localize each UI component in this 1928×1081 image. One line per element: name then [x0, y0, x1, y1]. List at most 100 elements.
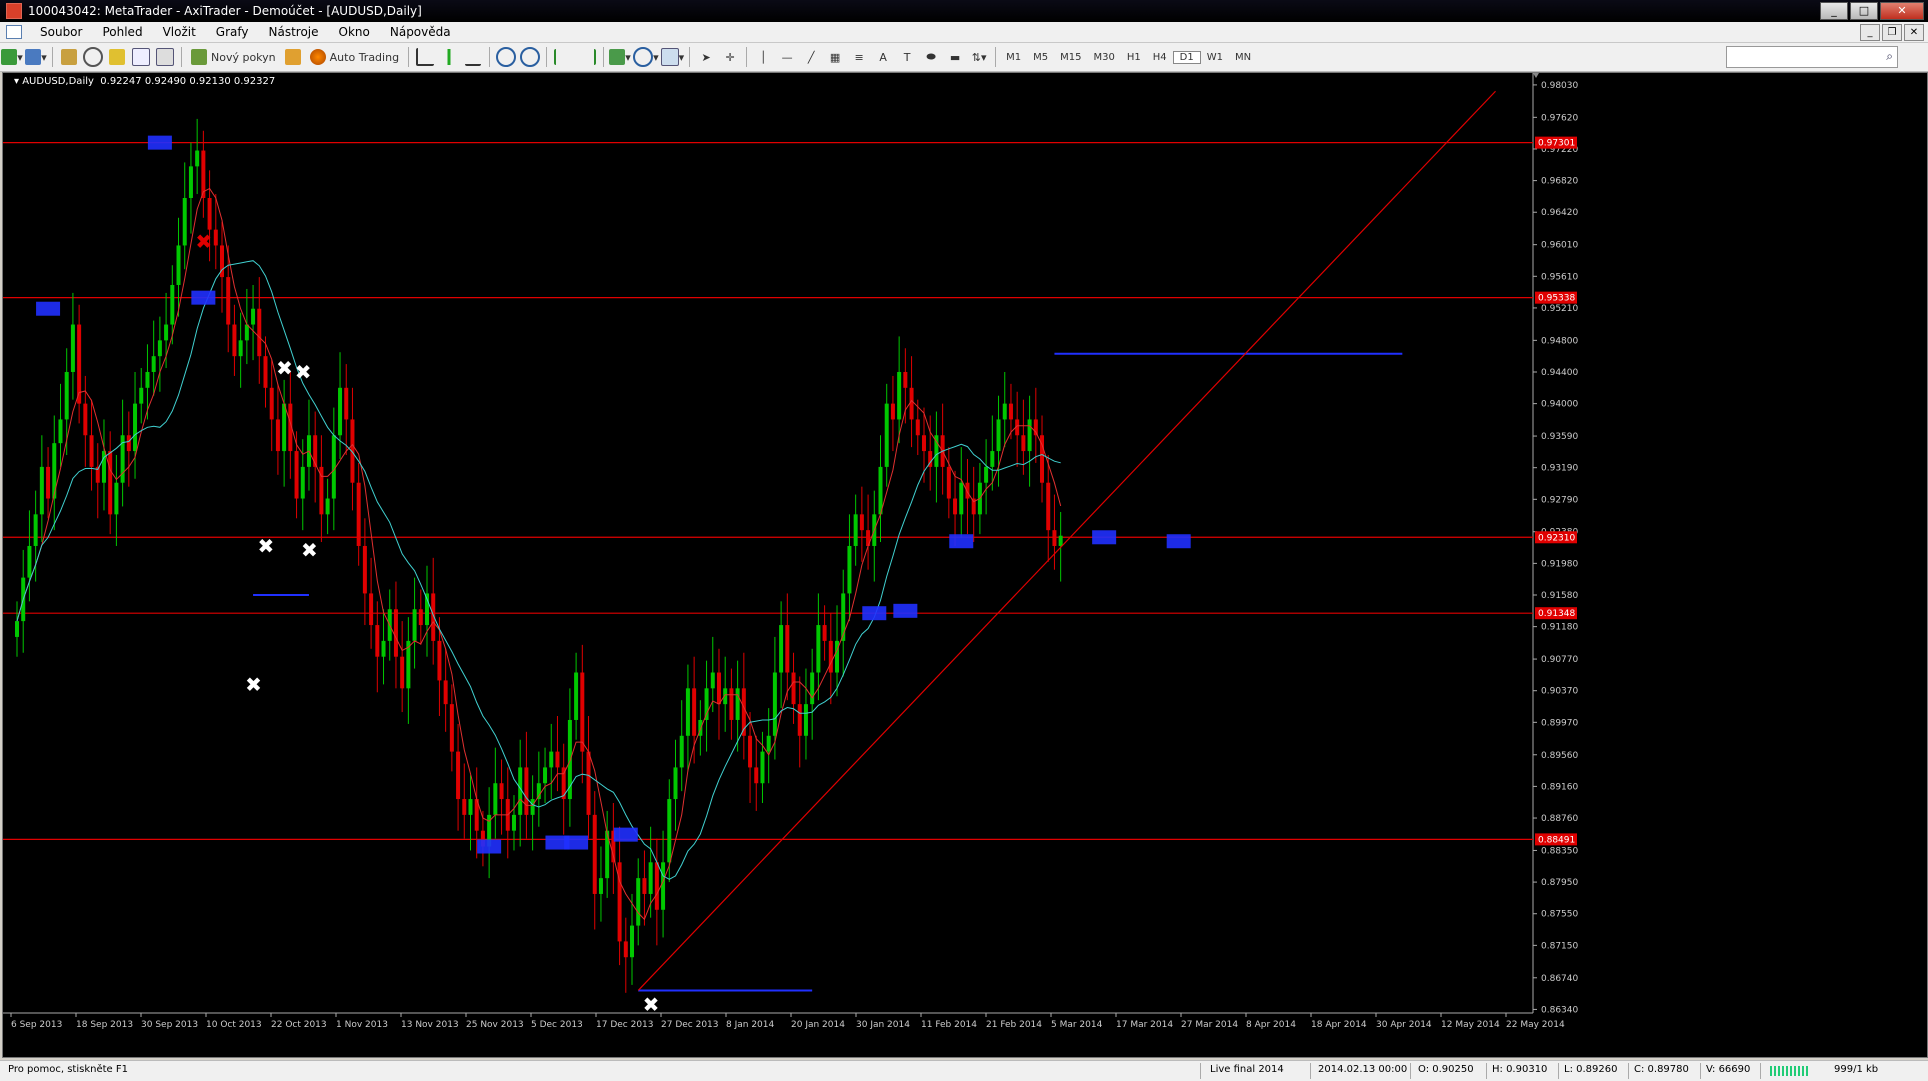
cursor-icon: ➤	[701, 50, 711, 64]
status-profile[interactable]: Live final 2014	[1210, 1064, 1284, 1075]
text-label-button[interactable]: T	[896, 46, 918, 68]
timeframe-m30[interactable]: M30	[1087, 52, 1120, 63]
equidistant-channel-button[interactable]: ▦	[824, 46, 846, 68]
candle-body	[797, 704, 802, 736]
text-button[interactable]: A	[872, 46, 894, 68]
candle-body	[803, 704, 808, 736]
horizontal-line-button[interactable]: —	[776, 46, 798, 68]
close-button[interactable]: ✕	[1880, 2, 1924, 20]
y-tick-label: 0.89560	[1541, 751, 1578, 761]
x-tick-label: 22 May 2014	[1506, 1020, 1565, 1030]
status-close: C: 0.89780	[1634, 1064, 1689, 1075]
ellipse-button[interactable]: ⬬	[920, 46, 942, 68]
cursor-button[interactable]: ➤	[695, 46, 717, 68]
timeframe-mn[interactable]: MN	[1229, 52, 1257, 63]
terminal-button[interactable]	[130, 46, 152, 68]
timeframe-h4[interactable]: H4	[1147, 52, 1173, 63]
maximize-button[interactable]: □	[1850, 2, 1878, 20]
zoom-out-button[interactable]	[519, 46, 541, 68]
chart-shift-button[interactable]	[576, 46, 598, 68]
timeframe-m5[interactable]: M5	[1027, 52, 1054, 63]
menu-charts[interactable]: Grafy	[206, 22, 259, 42]
auto-scroll-button[interactable]	[552, 46, 574, 68]
metaeditor-button[interactable]	[282, 46, 304, 68]
window-title-bar[interactable]: 100043042: MetaTrader - AxiTrader - Demo…	[0, 0, 1928, 22]
navigator-button[interactable]	[106, 46, 128, 68]
search-input[interactable]: ⌕	[1726, 46, 1898, 68]
candle	[325, 478, 330, 535]
toolbar-separator	[52, 47, 53, 67]
market-watch-button[interactable]	[58, 46, 80, 68]
zoom-in-button[interactable]	[495, 46, 517, 68]
candle	[1052, 494, 1057, 570]
candle-body	[779, 625, 784, 673]
candle	[959, 447, 964, 539]
crosshair-button[interactable]: ✛	[719, 46, 741, 68]
blue-highlight-box	[1092, 530, 1117, 545]
auto-trading-button[interactable]: Auto Trading	[306, 46, 403, 68]
candle	[984, 439, 989, 515]
profiles-icon	[25, 49, 42, 65]
x-tick-label: 22 Oct 2013	[271, 1020, 327, 1030]
status-low: L: 0.89260	[1564, 1064, 1618, 1075]
timeframe-m1[interactable]: M1	[1000, 52, 1027, 63]
templates-button[interactable]: ▾	[660, 46, 684, 68]
vertical-line-button[interactable]: │	[752, 46, 774, 68]
profiles-button[interactable]: ▾	[25, 46, 47, 68]
timeframe-h1[interactable]: H1	[1121, 52, 1147, 63]
channel-icon: ▦	[829, 50, 841, 64]
candle-body	[810, 672, 815, 705]
mdi-restore-button[interactable]: ❐	[1882, 24, 1902, 41]
candle	[46, 447, 51, 519]
candle-body	[412, 609, 417, 641]
arrows-button[interactable]: ⇅▾	[968, 46, 990, 68]
candle-body	[456, 751, 461, 800]
candle-body	[251, 308, 256, 325]
candle-body	[232, 324, 237, 357]
candle	[617, 826, 622, 966]
chart-shift-icon	[578, 49, 597, 65]
candle	[282, 379, 287, 487]
mdi-close-button[interactable]: ✕	[1904, 24, 1924, 41]
mdi-minimize-button[interactable]: _	[1860, 24, 1880, 41]
fibonacci-button[interactable]: ≡	[848, 46, 870, 68]
timeframe-m15[interactable]: M15	[1054, 52, 1087, 63]
price-chart[interactable]: 0.980300.976200.972200.968200.964200.960…	[3, 73, 1927, 1057]
chart-window-icon[interactable]	[6, 25, 22, 39]
new-order-button[interactable]: Nový pokyn	[187, 46, 280, 68]
status-separator	[1310, 1063, 1311, 1079]
candle	[574, 652, 579, 740]
indicators-button[interactable]: ▾	[609, 46, 631, 68]
candle-body	[946, 466, 951, 499]
timeframe-d1[interactable]: D1	[1172, 50, 1201, 64]
menu-insert[interactable]: Vložit	[153, 22, 206, 42]
candlestick-chart-button[interactable]	[438, 46, 460, 68]
chart-window[interactable]: 0.98030 0.97620 0.97220 0.96820 0.96420 0.960…	[2, 72, 1928, 1058]
strategy-tester-button[interactable]	[154, 46, 176, 68]
rectangle-button[interactable]: ▬	[944, 46, 966, 68]
menu-window[interactable]: Okno	[329, 22, 380, 42]
candle	[356, 462, 361, 566]
blue-highlight-box	[477, 839, 502, 854]
price-tag-label: 0.97301	[1538, 139, 1575, 149]
menu-help[interactable]: Nápověda	[380, 22, 461, 42]
chart-symbol: AUDUSD,Daily	[22, 76, 94, 87]
data-window-button[interactable]	[82, 46, 104, 68]
bar-chart-button[interactable]	[414, 46, 436, 68]
minimize-button[interactable]: _	[1820, 2, 1848, 20]
menu-file[interactable]: Soubor	[30, 22, 92, 42]
candle-body	[58, 419, 63, 444]
candle-body	[331, 435, 336, 499]
periods-button[interactable]: ▾	[633, 46, 659, 68]
menu-tools[interactable]: Nástroje	[259, 22, 329, 42]
candle-body	[499, 783, 504, 800]
line-chart-icon	[465, 48, 482, 66]
candle	[636, 858, 641, 946]
candle-body	[15, 621, 19, 637]
timeframe-w1[interactable]: W1	[1201, 52, 1229, 63]
line-chart-button[interactable]	[462, 46, 484, 68]
blue-highlight-box	[191, 290, 216, 305]
new-chart-button[interactable]: ▾	[1, 46, 23, 68]
menu-view[interactable]: Pohled	[92, 22, 152, 42]
trendline-button[interactable]: ╱	[800, 46, 822, 68]
